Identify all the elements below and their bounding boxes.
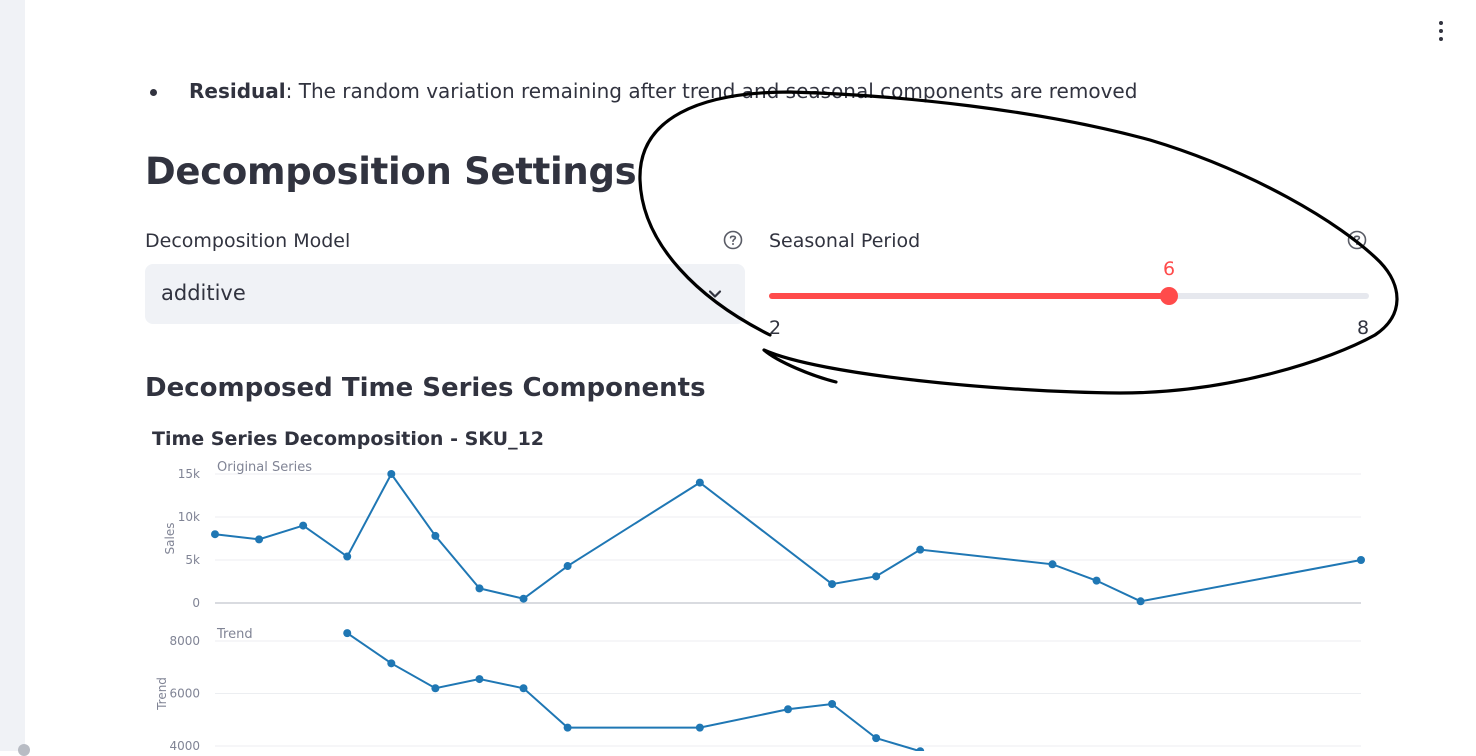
data-point	[211, 530, 219, 539]
data-point	[1136, 597, 1145, 606]
y-tick-label: 8000	[169, 634, 200, 648]
y-tick-label: 0	[192, 596, 200, 610]
data-point	[475, 584, 484, 593]
data-point	[343, 629, 352, 638]
y-tick-label: 15k	[178, 467, 200, 481]
data-point	[255, 535, 264, 544]
data-point	[387, 659, 396, 668]
data-point	[695, 478, 704, 487]
data-point	[1092, 576, 1101, 585]
data-point	[519, 594, 528, 603]
data-point	[431, 684, 440, 693]
data-point	[828, 700, 837, 708]
series-line	[346, 632, 921, 751]
data-point	[1048, 560, 1057, 569]
data-point	[431, 531, 440, 540]
chart-title: Time Series Decomposition - SKU_12	[152, 428, 544, 450]
data-point	[387, 470, 396, 478]
series-line	[214, 472, 1362, 603]
data-point	[872, 572, 881, 581]
data-point	[475, 675, 484, 684]
data-point	[872, 734, 881, 743]
data-point	[1357, 556, 1365, 564]
data-point	[299, 521, 308, 530]
data-point	[563, 562, 572, 571]
data-point	[916, 747, 925, 751]
data-point	[563, 723, 572, 732]
decomposition-chart: Time Series Decomposition - SKU_12 0 5k 10k…	[152, 428, 1365, 751]
y-axis-label: Trend	[155, 677, 169, 711]
y-tick-label: 5k	[185, 553, 200, 567]
data-point	[343, 552, 352, 561]
y-tick-label: 10k	[178, 510, 200, 524]
y-axis-label: Sales	[163, 523, 177, 555]
subplot-title: Trend	[216, 627, 253, 642]
data-point	[519, 684, 528, 693]
data-point	[916, 545, 925, 554]
y-tick-label: 4000	[169, 739, 200, 751]
data-point	[784, 705, 792, 714]
y-tick-label: 6000	[169, 687, 200, 701]
data-point	[695, 723, 704, 732]
subplot-title: Original Series	[217, 460, 312, 475]
data-point	[828, 580, 837, 589]
